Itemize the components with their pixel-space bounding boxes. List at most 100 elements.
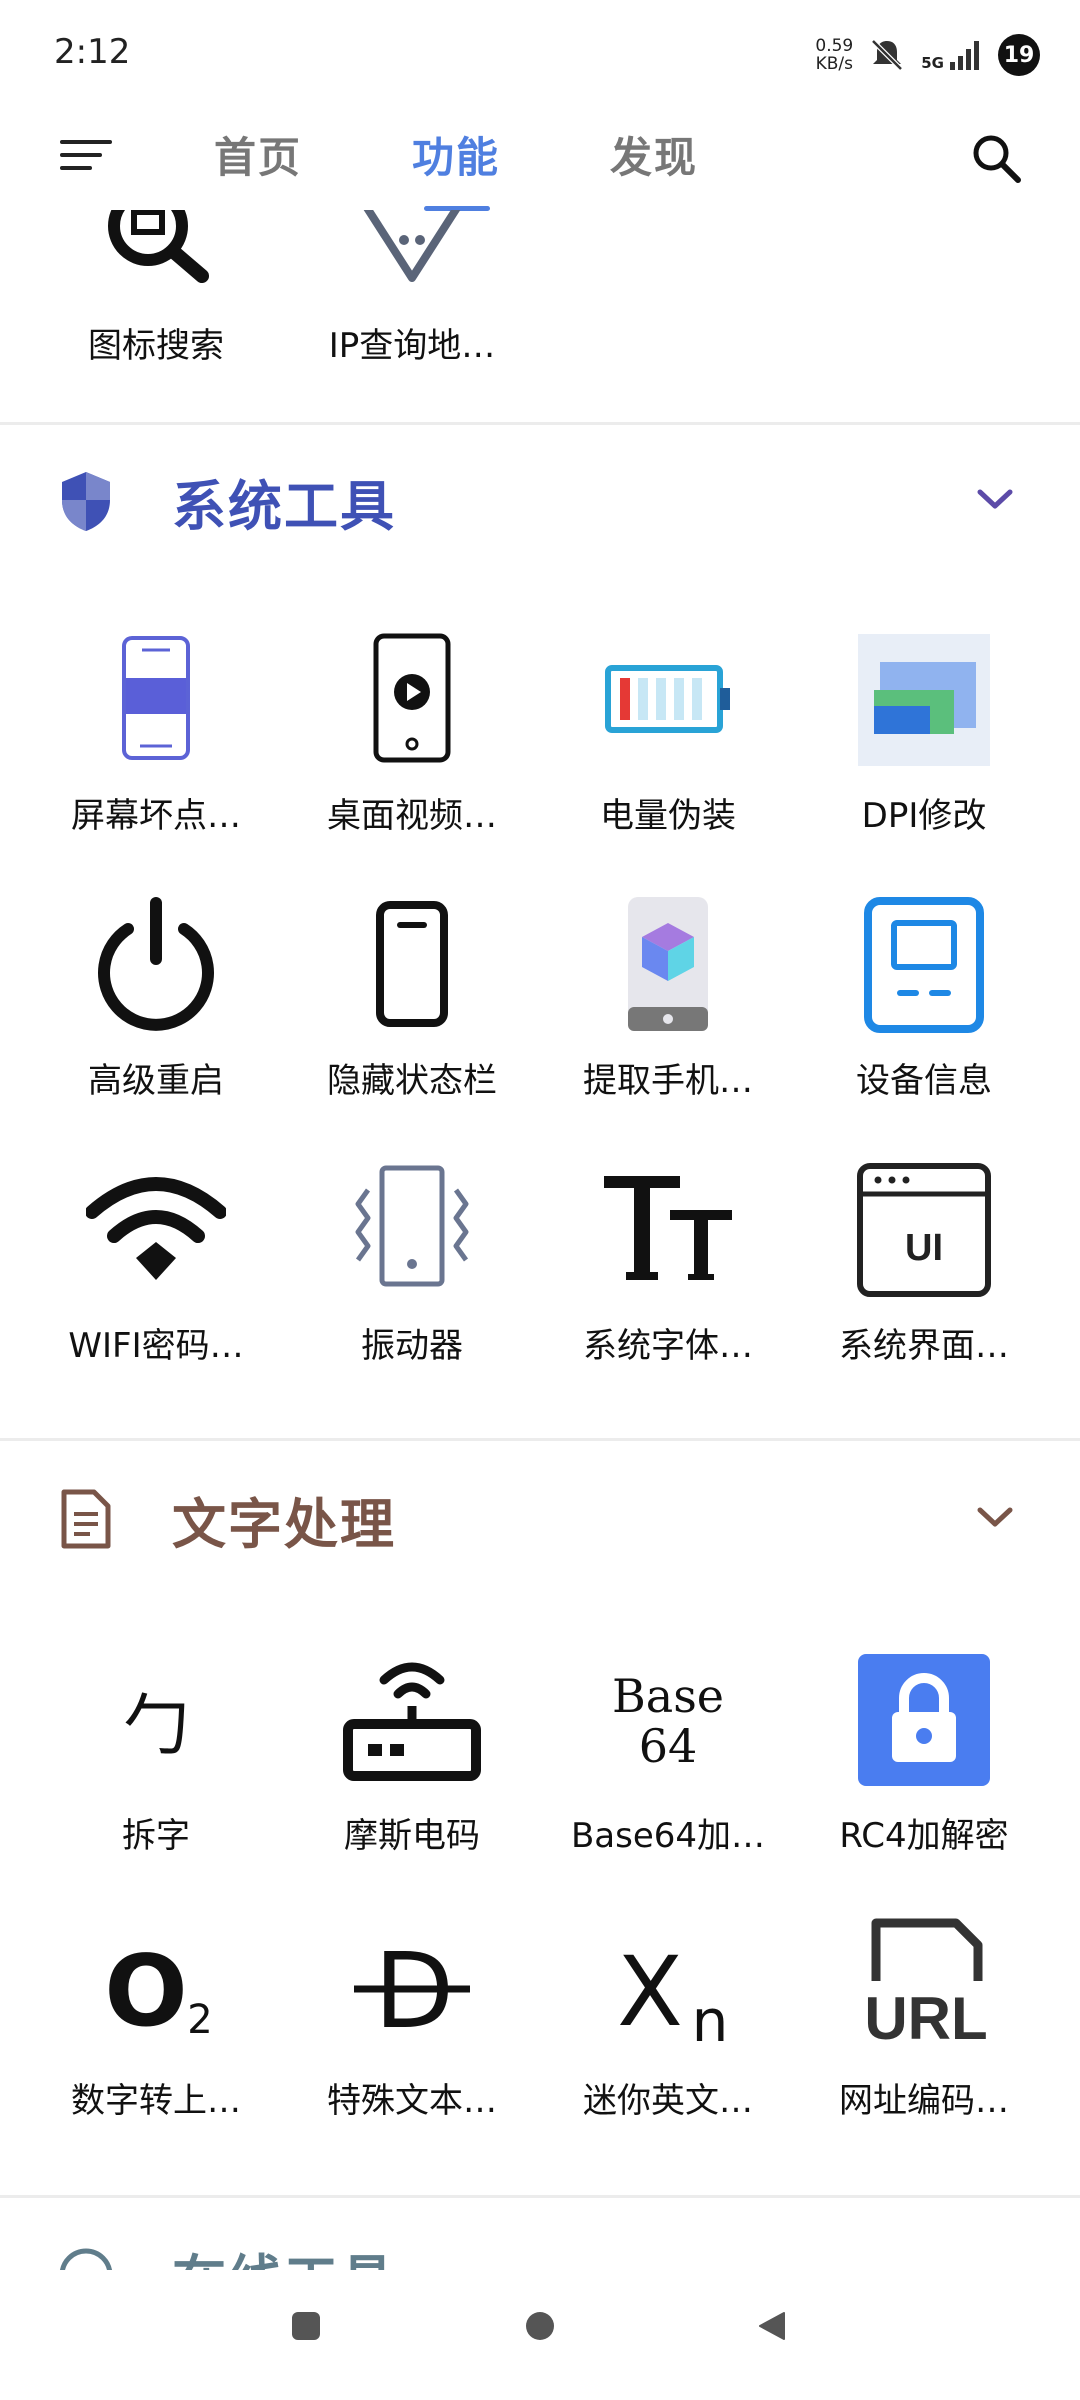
svg-text:n: n: [692, 1987, 729, 2055]
font-tt-icon: [604, 1176, 732, 1280]
section-title: 系统工具: [172, 475, 396, 538]
tool-tile[interactable]: 设备信息: [796, 885, 1052, 1135]
power-icon: [98, 897, 214, 1031]
status-time: 2:12: [54, 32, 131, 72]
wifi-icon: [86, 1177, 226, 1280]
tool-label: 桌面视频…: [327, 796, 497, 836]
tool-label: 系统界面…: [839, 1326, 1009, 1366]
section-divider: [0, 2195, 1080, 2198]
tool-tile[interactable]: WIFI密码…: [28, 1150, 284, 1400]
menu-icon[interactable]: [58, 130, 114, 180]
strike-d-icon: D: [354, 1930, 470, 2052]
svg-text:URL: URL: [864, 1985, 987, 2052]
search-icon[interactable]: [966, 128, 1026, 188]
tool-tile[interactable]: 隐藏状态栏: [284, 885, 540, 1135]
tool-tile[interactable]: Base 64 Base64加…: [540, 1640, 796, 1890]
tool-tile[interactable]: 提取手机…: [540, 885, 796, 1135]
tool-label: 隐藏状态栏: [327, 1061, 497, 1101]
tool-label: 特殊文本…: [327, 2081, 497, 2121]
chevron-down-icon[interactable]: [974, 1502, 1016, 1532]
tool-label: 提取手机…: [583, 1061, 753, 1101]
vibration-icon: [355, 1165, 469, 1287]
tool-tile[interactable]: 图标搜索: [28, 210, 284, 400]
subscript-xn-icon: X n: [617, 1936, 729, 2055]
tool-tile[interactable]: 高级重启: [28, 885, 284, 1135]
battery-icon: [605, 665, 730, 733]
tool-tile[interactable]: 系统字体…: [540, 1150, 796, 1400]
router-icon: [343, 1662, 481, 1781]
tool-label: WIFI密码…: [68, 1326, 244, 1366]
tool-tile[interactable]: UI 系统界面…: [796, 1150, 1052, 1400]
chevron-down-icon[interactable]: [974, 484, 1016, 514]
tool-tile[interactable]: 勹 拆字: [28, 1640, 284, 1890]
tool-tile[interactable]: 振动器: [284, 1150, 540, 1400]
section-title: 在线工具: [172, 2236, 396, 2270]
top-navigation: 首页 功能 发现: [0, 110, 1080, 211]
base64-icon: Base 64: [612, 1669, 724, 1773]
tool-label: 振动器: [361, 1326, 463, 1366]
section-header-system-tools[interactable]: 系统工具: [0, 444, 1080, 564]
tool-label: 迷你英文…: [583, 2081, 753, 2121]
cell-signal-icon: 5G: [921, 38, 982, 72]
location-shield-icon: [363, 210, 461, 282]
tool-label: 屏幕坏点…: [71, 796, 241, 836]
back-button[interactable]: [756, 2310, 788, 2342]
tool-label: 设备信息: [856, 1061, 992, 1101]
tool-label: 摩斯电码: [344, 1816, 480, 1856]
tool-tile[interactable]: X n 迷你英文…: [540, 1905, 796, 2155]
status-icons: 0.59 KB/s 5G 19: [815, 30, 1040, 80]
section-title: 文字处理: [172, 1493, 396, 1556]
tool-tile[interactable]: D 特殊文本…: [284, 1905, 540, 2155]
phone-statusbar-icon: [376, 901, 448, 1027]
tool-label: 网址编码…: [839, 2081, 1009, 2121]
tool-label: 图标搜索: [88, 326, 224, 366]
character-split-icon: 勹: [123, 1687, 189, 1764]
tool-tile[interactable]: IP查询地…: [284, 210, 540, 400]
tool-label: 系统字体…: [583, 1326, 753, 1366]
phone-cube-icon: [628, 897, 708, 1031]
tool-tile[interactable]: RC4加解密: [796, 1640, 1052, 1890]
phone-video-icon: [373, 633, 451, 763]
recents-button[interactable]: [290, 2310, 322, 2342]
tool-label: DPI修改: [861, 796, 987, 836]
home-button[interactable]: [524, 2310, 556, 2342]
subscript-o2-icon: O 2: [104, 1935, 212, 2049]
device-info-icon: [864, 897, 984, 1033]
url-file-icon: URL: [864, 1918, 988, 2052]
tool-tile[interactable]: 桌面视频…: [284, 620, 540, 870]
features-list[interactable]: 图标搜索 IP查询地… 系统工具 屏幕坏点… 桌面视频… 电量伪装 DPI修改 …: [0, 210, 1080, 2270]
svg-text:O: O: [104, 1935, 187, 2049]
shield-icon: [62, 472, 110, 531]
svg-text:UI: UI: [905, 1227, 943, 1269]
section-divider: [0, 422, 1080, 425]
svg-text:X: X: [617, 1936, 683, 2048]
svg-text:64: 64: [639, 1719, 698, 1773]
network-speed: 0.59 KB/s: [815, 36, 854, 74]
section-header-online-tools[interactable]: 在线工具: [0, 2218, 1080, 2270]
tool-tile[interactable]: URL 网址编码…: [796, 1905, 1052, 2155]
svg-text:勹: 勹: [123, 1687, 189, 1764]
tool-label: 数字转上…: [71, 2081, 241, 2121]
tool-label: 高级重启: [88, 1061, 224, 1101]
tool-label: Base64加…: [570, 1816, 766, 1856]
tab-home[interactable]: 首页: [214, 124, 302, 185]
bell-muted-icon: [871, 39, 904, 71]
tool-label: 拆字: [122, 1816, 190, 1856]
section-divider: [0, 1438, 1080, 1441]
svg-text:2: 2: [187, 1997, 212, 2043]
ui-window-icon: UI: [857, 1163, 991, 1297]
tool-tile[interactable]: 电量伪装: [540, 620, 796, 870]
tab-discover[interactable]: 发现: [610, 124, 698, 185]
lock-icon: [858, 1654, 990, 1786]
tool-label: RC4加解密: [839, 1816, 1009, 1856]
tool-tile[interactable]: 摩斯电码: [284, 1640, 540, 1890]
tool-tile[interactable]: 屏幕坏点…: [28, 620, 284, 870]
document-icon: [61, 1489, 111, 1549]
image-search-icon: [108, 210, 209, 283]
section-header-text-processing[interactable]: 文字处理: [0, 1462, 1080, 1582]
tool-tile[interactable]: DPI修改: [796, 620, 1052, 870]
tab-features[interactable]: 功能: [412, 124, 500, 185]
tool-tile[interactable]: O 2 数字转上…: [28, 1905, 284, 2155]
dpi-window-icon: [858, 634, 990, 766]
tool-label: IP查询地…: [328, 326, 496, 366]
